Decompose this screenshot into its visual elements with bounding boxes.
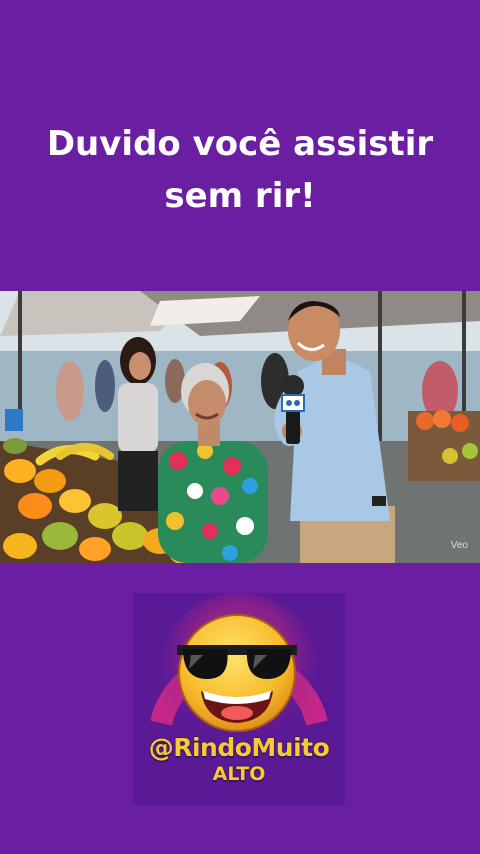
headline-line-1: Duvido você assistir xyxy=(46,124,434,164)
headline: Duvido você assistir sem rir! xyxy=(20,118,460,222)
video-watermark: Veo xyxy=(450,540,468,551)
market-interview-scene xyxy=(0,291,480,563)
sunglasses-laughing-emoji-icon xyxy=(177,614,297,732)
reel-page: Duvido você assistir sem rir! Veo @Rindo… xyxy=(0,0,480,854)
channel-logo[interactable]: @RindoMuito ALTO xyxy=(133,593,345,805)
headline-line-2: sem rir! xyxy=(164,176,316,216)
logo-handle: @RindoMuito xyxy=(148,732,331,763)
video-frame[interactable]: Veo xyxy=(0,291,480,563)
bystander-woman xyxy=(118,337,158,511)
logo-subtitle: ALTO xyxy=(212,762,266,786)
